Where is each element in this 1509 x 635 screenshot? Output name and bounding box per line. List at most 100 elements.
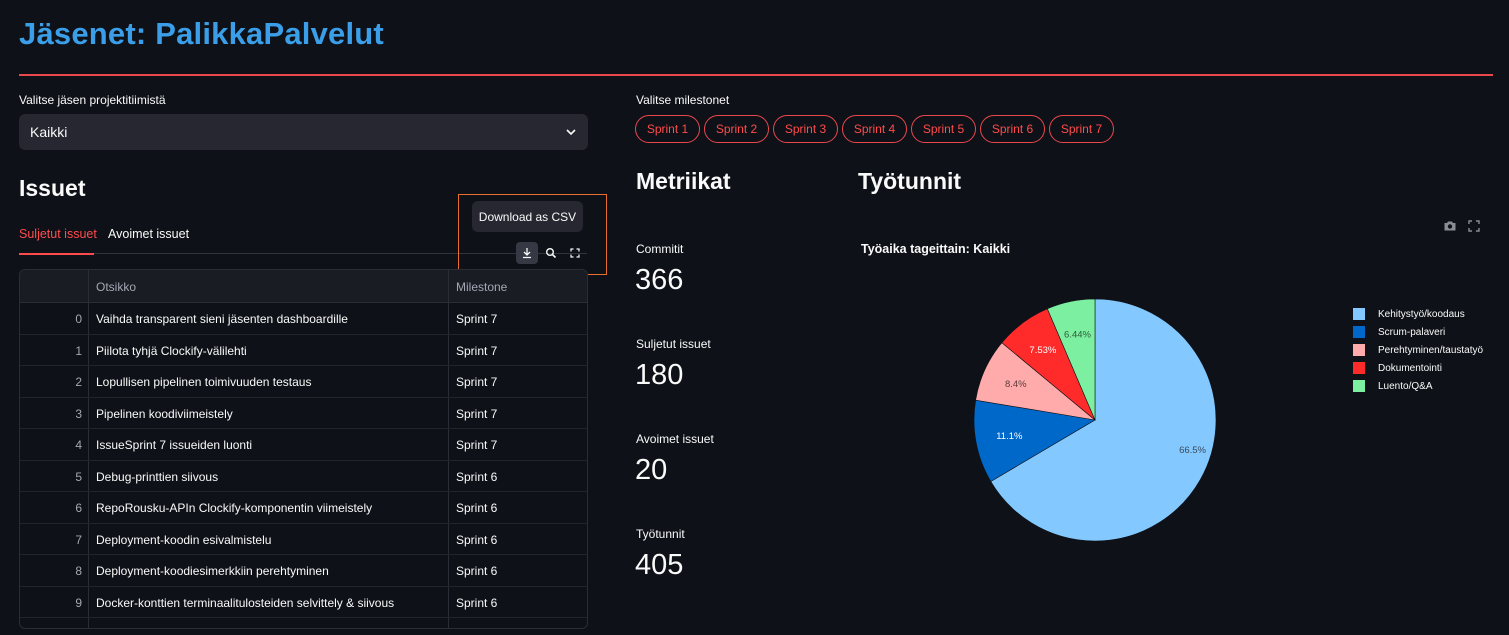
pie-slice-label: 66.5% (1179, 445, 1206, 456)
table-row[interactable]: 0 Vaihda transparent sieni jäsenten dashb… (20, 303, 587, 335)
chart-legend: Kehitystyö/koodaus Scrum-palaveri Perehtym… (1353, 305, 1483, 395)
pie-slice-label: 8.4% (1005, 379, 1027, 390)
chart-title: Työaika tageittain: Kaikki (861, 242, 1011, 256)
row-index: 0 (75, 312, 82, 326)
table-row[interactable]: 3 Pipelinen koodiviimeistely Sprint 7 (20, 398, 587, 429)
camera-icon[interactable] (1443, 219, 1457, 233)
metric-label: Suljetut issuet (636, 337, 711, 351)
member-select-value: Kaikki (30, 124, 68, 140)
issues-heading: Issuet (19, 175, 86, 201)
milestone-chip[interactable]: Sprint 4 (842, 115, 907, 143)
row-index: 1 (75, 343, 82, 358)
legend-swatch (1353, 326, 1365, 338)
row-index: 5 (75, 469, 82, 484)
cell-title[interactable]: Debug-printtien siivous (96, 470, 218, 484)
member-select-label: Valitse jäsen projektitiimistä (19, 93, 166, 107)
cell-milestone[interactable]: Sprint 6 (456, 501, 497, 515)
table-row[interactable]: 8 Deployment-koodiesimerkkiin perehtymine… (20, 555, 587, 587)
column-header-milestone[interactable]: Milestone (456, 280, 507, 294)
table-row[interactable]: 4 IssueSprint 7 issueiden luonti Sprint 7 (20, 429, 587, 461)
table-header: Otsikko Milestone (20, 270, 587, 303)
cell-milestone[interactable]: Sprint 7 (456, 438, 497, 452)
cell-title[interactable]: Lopullisen pipelinen toimivuuden testaus (96, 375, 311, 389)
milestone-chip[interactable]: Sprint 1 (635, 115, 700, 143)
row-index: 3 (75, 406, 82, 421)
table-row[interactable]: 2 Lopullisen pipelinen toimivuuden testau… (20, 366, 587, 398)
tab-closed-issues[interactable]: Suljetut issuet (19, 227, 97, 241)
download-button[interactable] (516, 242, 538, 264)
fullscreen-icon (570, 248, 580, 258)
chevron-down-icon (566, 129, 576, 136)
cell-milestone[interactable]: Sprint 6 (456, 564, 497, 578)
row-index: 2 (75, 375, 82, 389)
milestone-chip[interactable]: Sprint 5 (911, 115, 976, 143)
member-select[interactable]: Kaikki (19, 114, 588, 150)
fullscreen-button[interactable] (564, 242, 586, 264)
table-toolbar (516, 242, 586, 264)
cell-title[interactable]: IssueSprint 7 issueiden luonti (96, 438, 252, 452)
cell-title[interactable]: RepoRousku-APIn Clockify-komponentin vii… (96, 501, 372, 515)
column-header-title[interactable]: Otsikko (96, 280, 136, 294)
metrics-heading: Metriikat (636, 168, 731, 194)
metric-label: Työtunnit (636, 527, 685, 541)
fullscreen-icon[interactable] (1467, 219, 1481, 233)
milestone-chips: Sprint 1 Sprint 2 Sprint 3 Sprint 4 Sprint 5… (635, 115, 1114, 143)
legend-item[interactable]: Luento/Q&A (1353, 377, 1483, 395)
cell-title[interactable]: Deployment-koodiesimerkkiin perehtyminen (96, 564, 329, 578)
cell-milestone[interactable]: Sprint 6 (456, 596, 497, 610)
table-row[interactable]: 5 Debug-printtien siivous Sprint 6 (20, 461, 587, 492)
row-index: 7 (75, 532, 82, 547)
legend-swatch (1353, 308, 1365, 320)
metric-value: 366 (635, 264, 684, 296)
page-title: Jäsenet: PalikkaPalvelut (19, 16, 384, 51)
cell-milestone[interactable]: Sprint 7 (456, 344, 497, 358)
search-button[interactable] (540, 242, 562, 264)
pie-slice-label: 6.44% (1064, 330, 1091, 341)
legend-label: Dokumentointi (1378, 362, 1442, 374)
metric-value: 180 (635, 359, 684, 391)
milestone-chip[interactable]: Sprint 2 (704, 115, 769, 143)
legend-swatch (1353, 362, 1365, 374)
cell-title[interactable]: Pipelinen koodiviimeistely (96, 407, 233, 421)
metric-value: 405 (635, 549, 684, 581)
cell-milestone[interactable]: Sprint 7 (456, 407, 497, 421)
cell-milestone[interactable]: Sprint 7 (456, 375, 497, 389)
cell-milestone[interactable]: Sprint 6 (456, 470, 497, 484)
milestone-chip[interactable]: Sprint 3 (773, 115, 838, 143)
table-row[interactable]: 7 Deployment-koodin esivalmistelu Sprint 6 (20, 524, 587, 555)
cell-title[interactable]: Piilota tyhjä Clockify-välilehti (96, 344, 247, 358)
legend-label: Kehitystyö/koodaus (1378, 308, 1465, 320)
cell-title[interactable]: Vaihda transparent sieni jäsenten dashbo… (96, 312, 348, 326)
table-row[interactable]: 1 Piilota tyhjä Clockify-välilehti Sprint … (20, 335, 587, 366)
legend-label: Luento/Q&A (1378, 380, 1433, 392)
table-row[interactable]: 9 Docker-konttien terminaalitulosteiden s… (20, 587, 587, 618)
legend-label: Scrum-palaveri (1378, 326, 1446, 338)
title-divider (19, 74, 1493, 76)
search-icon (546, 248, 557, 259)
milestone-select-label: Valitse milestonet (636, 93, 730, 107)
download-icon (523, 248, 531, 259)
legend-item[interactable]: Dokumentointi (1353, 359, 1483, 377)
tab-open-issues[interactable]: Avoimet issuet (108, 227, 189, 241)
milestone-chip[interactable]: Sprint 6 (980, 115, 1045, 143)
pie-chart: 66.5% 11.1% 8.4% 7.53% 6.44% (973, 298, 1217, 542)
legend-item[interactable]: Scrum-palaveri (1353, 323, 1483, 341)
metric-label: Commitit (636, 242, 684, 256)
table-row[interactable]: 6 RepoRousku-APIn Clockify-komponentin vi… (20, 492, 587, 524)
issues-table[interactable]: Otsikko Milestone 0 Vaihda transparent si… (19, 269, 588, 629)
legend-item[interactable]: Kehitystyö/koodaus (1353, 305, 1483, 323)
metric-value: 20 (635, 454, 668, 486)
milestone-chip[interactable]: Sprint 7 (1049, 115, 1114, 143)
row-index: 6 (75, 501, 82, 515)
cell-milestone[interactable]: Sprint 6 (456, 533, 497, 547)
cell-title[interactable]: Deployment-koodin esivalmistelu (96, 533, 271, 547)
legend-label: Perehtyminen/taustatyö (1378, 344, 1484, 356)
legend-swatch (1353, 380, 1365, 392)
legend-item[interactable]: Perehtyminen/taustatyö (1353, 341, 1483, 359)
cell-milestone[interactable]: Sprint 7 (456, 312, 497, 326)
row-index: 8 (75, 564, 82, 578)
pie-slice-label: 7.53% (1029, 345, 1056, 356)
hours-heading: Työtunnit (858, 168, 962, 194)
chart-modebar (1443, 219, 1481, 233)
cell-title[interactable]: Docker-konttien terminaalitulosteiden se… (96, 596, 394, 610)
